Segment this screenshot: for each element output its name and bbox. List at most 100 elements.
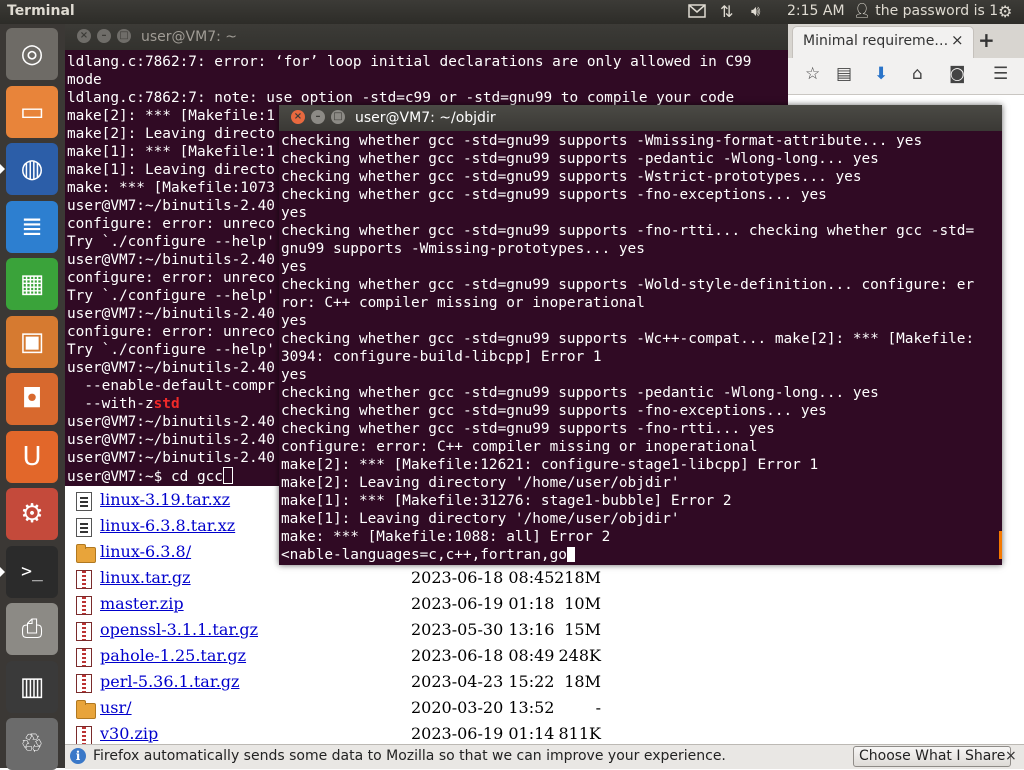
new-tab-button[interactable]: + — [978, 28, 995, 52]
file-link[interactable]: openssl-3.1.1.tar.gz — [100, 620, 258, 639]
terminal-line: gnu99 supports -Wmissing-prototypes... y… — [281, 241, 645, 257]
terminal-line: checking whether gcc -std=gnu99 supports… — [281, 151, 879, 167]
file-link[interactable]: perl-5.36.1.tar.gz — [100, 672, 239, 691]
terminal-line: ror: C++ compiler missing or inoperation… — [281, 295, 645, 311]
archive-file-icon — [76, 570, 92, 589]
launcher-dash-icon[interactable]: ◎ — [6, 28, 58, 80]
active-app-title: Terminal — [7, 3, 75, 19]
running-indicator — [0, 164, 5, 174]
terminal-line: checking whether gcc -std=gnu99 supports… — [281, 385, 879, 401]
terminal-line: <nable-languages=c,c++,fortran,go — [281, 546, 1000, 564]
maximize-window-button[interactable]: □ — [331, 110, 345, 124]
document-file-icon — [76, 518, 92, 537]
notification-close-icon[interactable]: × — [1005, 748, 1017, 764]
file-link[interactable]: linux.tar.gz — [100, 568, 191, 587]
terminal-window-objdir[interactable]: × – □ user@VM7: ~/objdir checking whethe… — [279, 105, 1002, 565]
terminal-line: checking whether gcc -std=gnu99 supports… — [281, 403, 827, 419]
home-icon[interactable]: ⌂ — [912, 64, 923, 84]
terminal-line: checking whether gcc -std=gnu99 supports… — [281, 331, 975, 347]
terminal-scrollbar[interactable] — [999, 531, 1002, 559]
file-link[interactable]: usr/ — [100, 698, 132, 717]
list-item: openssl-3.1.1.tar.gz 2023-05-30 13:16 15M — [65, 619, 785, 643]
close-window-button[interactable]: × — [77, 29, 91, 43]
terminal-output[interactable]: checking whether gcc -std=gnu99 supports… — [281, 132, 1000, 564]
file-link[interactable]: master.zip — [100, 594, 184, 613]
launcher: ◎ ▭ ◍ ≣ ▦ ▣ ◘ U ⚙ >_ ⎙ ▥ ♲ — [0, 24, 66, 770]
launcher-printer-icon[interactable]: ⎙ — [6, 603, 58, 655]
file-size: 218M — [554, 568, 601, 587]
launcher-workspaces-icon[interactable]: ▥ — [6, 660, 58, 713]
bookmark-star-icon[interactable]: ☆ — [805, 64, 820, 84]
close-window-button[interactable]: × — [291, 110, 305, 124]
launcher-software-center-icon[interactable]: ◘ — [6, 373, 58, 425]
file-link[interactable]: pahole-1.25.tar.gz — [100, 646, 246, 665]
downloads-icon[interactable]: ⬇ — [874, 64, 888, 84]
files-glyph: ▭ — [19, 96, 45, 127]
file-size: 15M — [564, 620, 601, 639]
terminal-titlebar[interactable]: × – □ user@VM7: ~/objdir — [279, 105, 1002, 131]
launcher-system-settings-icon[interactable]: ⚙ — [6, 488, 58, 540]
launcher-files-icon[interactable]: ▭ — [6, 85, 58, 138]
firefox-glyph: ◍ — [20, 154, 44, 184]
pocket-icon[interactable]: ◙ — [949, 64, 966, 84]
file-size: 811K — [558, 724, 602, 743]
launcher-trash-icon[interactable]: ♲ — [6, 718, 58, 770]
file-modified-date: 2023-06-19 01:18 — [411, 594, 555, 613]
choose-what-i-share-button[interactable]: Choose What I Share — [853, 746, 1012, 767]
archive-file-icon — [76, 674, 92, 693]
volume-icon[interactable]: 🔊︎ — [751, 2, 760, 20]
file-size: 248K — [558, 646, 602, 665]
maximize-window-button[interactable]: □ — [117, 29, 131, 43]
software-center-glyph: ◘ — [21, 384, 43, 414]
browser-tab[interactable]: Minimal requireme… × — [792, 26, 974, 59]
network-icon[interactable]: ⇅ — [720, 2, 733, 21]
launcher-impress-icon[interactable]: ▣ — [6, 315, 58, 368]
file-modified-date: 2023-04-23 15:22 — [411, 672, 555, 691]
session-gear-icon[interactable]: ⚙ — [998, 2, 1012, 21]
launcher-terminal-icon[interactable]: >_ — [6, 545, 58, 598]
trash-glyph: ♲ — [20, 729, 44, 759]
file-modified-date: 2020-03-20 13:52 — [411, 698, 555, 717]
terminal-line: checking whether gcc -std=gnu99 supports… — [281, 133, 923, 149]
info-icon: i — [70, 748, 86, 764]
clock[interactable]: 2:15 AM — [787, 3, 845, 19]
terminal-line: mode — [67, 72, 102, 88]
terminal-line: make[2]: Leaving directory '/home/user/o… — [281, 475, 680, 491]
folder-icon — [76, 544, 96, 563]
launcher-calc-icon[interactable]: ▦ — [6, 258, 58, 310]
file-size: 10M — [564, 594, 601, 613]
file-size: - — [595, 698, 601, 717]
file-link[interactable]: linux-6.3.8.tar.xz — [100, 516, 235, 535]
launcher-writer-icon[interactable]: ≣ — [6, 200, 58, 253]
notification-text: Firefox automatically sends some data to… — [93, 748, 726, 764]
file-modified-date: 2023-06-19 01:14 — [411, 724, 555, 743]
list-item: usr/2020-03-20 13:52 - — [65, 697, 785, 721]
impress-glyph: ▣ — [19, 326, 45, 357]
user-menu[interactable]: 👤︎ the password is 1 — [853, 3, 998, 19]
archive-file-icon — [76, 648, 92, 667]
mail-icon[interactable] — [688, 4, 706, 22]
launcher-firefox-icon[interactable]: ◍ — [6, 143, 58, 195]
terminal-titlebar[interactable]: × – □ user@VM7: ~ — [65, 24, 788, 50]
writer-glyph: ≣ — [21, 211, 43, 242]
top-panel: Terminal ⇅ 🔊︎ 2:15 AM 👤︎ the password is… — [0, 0, 1024, 24]
file-modified-date: 2023-06-18 08:45 — [411, 568, 555, 587]
menu-icon[interactable]: ☰ — [993, 64, 1008, 84]
file-link[interactable]: v30.zip — [100, 724, 158, 743]
launcher-ubuntu-one-icon[interactable]: U — [6, 430, 58, 483]
file-modified-date: 2023-05-30 13:16 — [411, 620, 555, 639]
terminal-line: yes — [281, 205, 307, 221]
file-link[interactable]: linux-3.19.tar.xz — [100, 490, 230, 509]
tab-close-icon[interactable]: × — [951, 31, 964, 49]
file-modified-date: 2023-06-18 08:49 — [411, 646, 555, 665]
terminal-line: yes — [281, 259, 307, 275]
terminal-title: user@VM7: ~/objdir — [355, 110, 496, 126]
calc-glyph: ▦ — [19, 269, 45, 299]
data-notification-bar: i Firefox automatically sends some data … — [65, 744, 1024, 769]
minimize-window-button[interactable]: – — [311, 110, 325, 124]
file-link[interactable]: linux-6.3.8/ — [100, 542, 191, 561]
terminal-line: ldlang.c:7862:7: error: ‘for’ loop initi… — [67, 54, 752, 70]
bookmarks-list-icon[interactable]: ▤ — [836, 64, 852, 84]
minimize-window-button[interactable]: – — [97, 29, 111, 43]
terminal-line: configure: error: C++ compiler missing o… — [281, 439, 758, 455]
